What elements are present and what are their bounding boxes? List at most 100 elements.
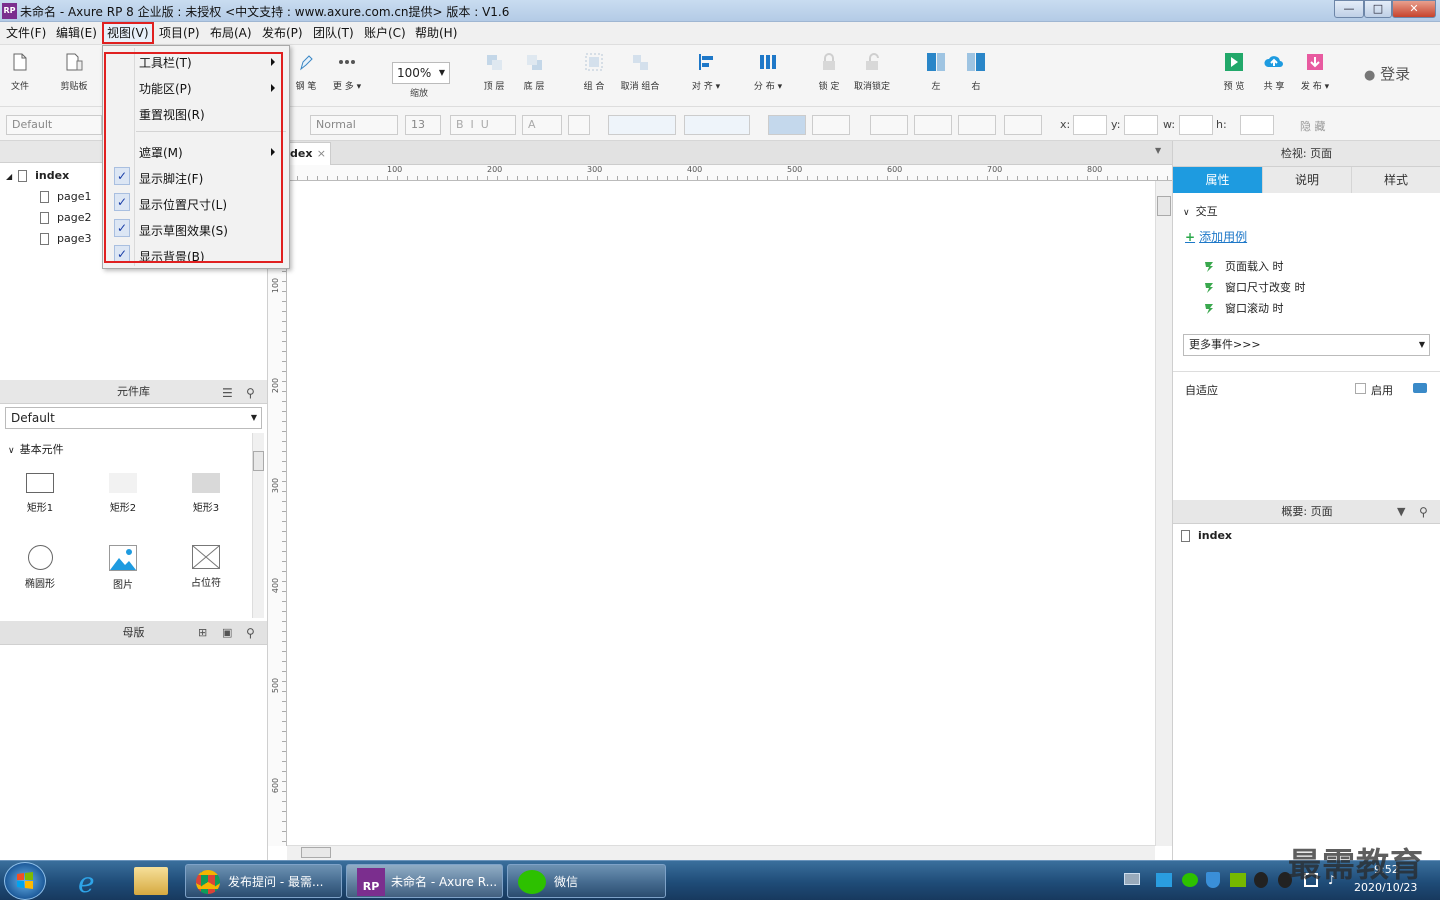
wechat-tray-icon[interactable] (1182, 873, 1198, 887)
line-style-button[interactable] (958, 115, 996, 135)
unlock-button[interactable]: 取消锁定 (852, 51, 892, 92)
vertical-align-buttons[interactable] (684, 115, 750, 135)
shield-icon[interactable] (1206, 872, 1220, 888)
minimize-button[interactable]: — (1334, 0, 1364, 18)
event-window-resize[interactable]: 窗口尺寸改变 时 (1203, 279, 1306, 295)
nvidia-icon[interactable] (1230, 873, 1246, 887)
library-select[interactable]: Default ▼ (5, 407, 262, 429)
left-button[interactable]: 左 (922, 51, 950, 92)
chevron-down-icon[interactable]: ▼ (1155, 146, 1161, 155)
publish-button[interactable]: 发 布 ▾ (1298, 51, 1332, 92)
right-button[interactable]: 右 (962, 51, 990, 92)
page-item-page2[interactable]: page2 (40, 211, 91, 224)
pen-button[interactable]: 钢 笔 (292, 51, 320, 92)
w-input[interactable] (1179, 115, 1213, 135)
canvas-horizontal-scrollbar[interactable] (287, 845, 1155, 860)
arrow-style-button[interactable] (1004, 115, 1042, 135)
event-window-scroll[interactable]: 窗口滚动 时 (1203, 300, 1284, 316)
event-page-load[interactable]: 页面载入 时 (1203, 258, 1284, 274)
add-case-link[interactable]: + 添加用例 (1185, 228, 1247, 245)
lock-button[interactable]: 锁 定 (815, 51, 843, 92)
add-master-icon[interactable]: ⊞ (198, 626, 207, 639)
x-input[interactable] (1073, 115, 1107, 135)
menu-edit[interactable]: 编辑(E) (53, 22, 100, 45)
share-button[interactable]: 共 享 (1260, 51, 1288, 92)
add-folder-icon[interactable]: ▣ (222, 626, 232, 639)
tab-notes[interactable]: 说明 (1263, 167, 1352, 193)
group-button[interactable]: 组 合 (580, 51, 608, 92)
align-button[interactable]: 对 齐 ▾ (690, 51, 722, 92)
style-select[interactable]: Default (6, 115, 102, 135)
bold-italic-underline-buttons[interactable]: B I U (450, 115, 516, 135)
adaptive-settings-icon[interactable] (1413, 383, 1427, 393)
send-to-bottom-button[interactable]: 底 层 (520, 51, 548, 92)
menu-layout[interactable]: 布局(A) (207, 22, 255, 45)
axure-app-icon[interactable]: RP (2, 3, 17, 19)
login-button[interactable]: ● 登录 (1364, 63, 1410, 84)
more-events-select[interactable]: 更多事件>>> ▼ (1183, 334, 1430, 356)
search-icon[interactable]: ⚲ (246, 626, 255, 640)
widget-image[interactable]: 图片 (103, 545, 143, 591)
y-input[interactable] (1124, 115, 1158, 135)
clipboard-button[interactable]: 剪贴板 (58, 51, 90, 92)
taskbar-wechat[interactable]: 微信 (507, 864, 666, 898)
bring-to-top-button[interactable]: 顶 层 (480, 51, 508, 92)
tab-index[interactable]: dex × (287, 142, 331, 165)
tab-style[interactable]: 样式 (1352, 167, 1440, 193)
ie-browser-icon[interactable]: e (70, 865, 110, 899)
line-color-button[interactable] (870, 115, 908, 135)
page-item-page1[interactable]: page1 (40, 190, 91, 203)
font-color-button[interactable]: A (522, 115, 562, 135)
font-size-select[interactable]: 13 (405, 115, 441, 135)
qq-icon[interactable] (1254, 872, 1268, 888)
bullet-list-button[interactable] (568, 115, 590, 135)
widget-placeholder[interactable]: 占位符 (186, 545, 226, 589)
outline-item-index[interactable]: index (1181, 529, 1232, 542)
maximize-button[interactable]: □ (1364, 0, 1392, 18)
keyboard-icon[interactable] (1124, 873, 1140, 885)
more-button[interactable]: 更 多 ▾ (330, 51, 364, 92)
close-button[interactable]: ✕ (1392, 0, 1436, 18)
menu-publish[interactable]: 发布(P) (259, 22, 306, 45)
ungroup-button[interactable]: 取消 组合 (618, 51, 662, 92)
menu-file[interactable]: 文件(F) (3, 22, 49, 45)
menu-icon[interactable]: ☰ (222, 386, 233, 400)
menu-project[interactable]: 项目(P) (156, 22, 203, 45)
menu-help[interactable]: 帮助(H) (412, 22, 460, 45)
canvas-vertical-scrollbar[interactable] (1155, 181, 1172, 846)
taskbar-chrome[interactable]: 发布提问 - 最需... (185, 864, 342, 898)
distribute-button[interactable]: 分 布 ▾ (752, 51, 784, 92)
scrollbar-thumb[interactable] (301, 847, 331, 858)
page-item-page3[interactable]: page3 (40, 232, 91, 245)
zoom-select[interactable]: 100% ▼ (392, 62, 450, 84)
interaction-section[interactable]: ∨ 交互 (1183, 203, 1218, 219)
menu-account[interactable]: 账户(C) (361, 22, 409, 45)
menu-team[interactable]: 团队(T) (310, 22, 357, 45)
search-icon[interactable]: ⚲ (246, 386, 255, 400)
widget-rect2[interactable]: 矩形2 (103, 473, 143, 514)
filter-icon[interactable]: ▼ (1397, 505, 1405, 518)
preview-button[interactable]: 预 览 (1220, 51, 1248, 92)
start-button[interactable] (4, 862, 46, 900)
widget-section-basic[interactable]: ∨ 基本元件 (8, 441, 64, 457)
widgets-scrollbar[interactable] (252, 433, 264, 618)
line-width-button[interactable] (914, 115, 952, 135)
widget-ellipse[interactable]: 椭圆形 (20, 545, 60, 590)
widget-rect3[interactable]: 矩形3 (186, 473, 226, 514)
text-align-buttons[interactable] (608, 115, 676, 135)
file-button[interactable]: 文件 (6, 51, 34, 92)
tab-properties[interactable]: 属性 (1173, 167, 1263, 193)
widget-rect1[interactable]: 矩形1 (20, 473, 60, 514)
adaptive-enable-checkbox[interactable] (1355, 383, 1366, 394)
search-icon[interactable]: ⚲ (1419, 505, 1428, 519)
scrollbar-thumb[interactable] (253, 451, 264, 471)
tray-app-icon[interactable] (1156, 873, 1172, 887)
font-style-select[interactable]: Normal (310, 115, 398, 135)
fill-color-button[interactable] (768, 115, 806, 135)
shadow-button[interactable] (812, 115, 850, 135)
close-tab-icon[interactable]: × (317, 143, 326, 165)
design-canvas[interactable] (287, 181, 1155, 845)
file-explorer-icon[interactable] (134, 867, 168, 895)
h-input[interactable] (1240, 115, 1274, 135)
taskbar-axure[interactable]: RP 未命名 - Axure R... (346, 864, 503, 898)
